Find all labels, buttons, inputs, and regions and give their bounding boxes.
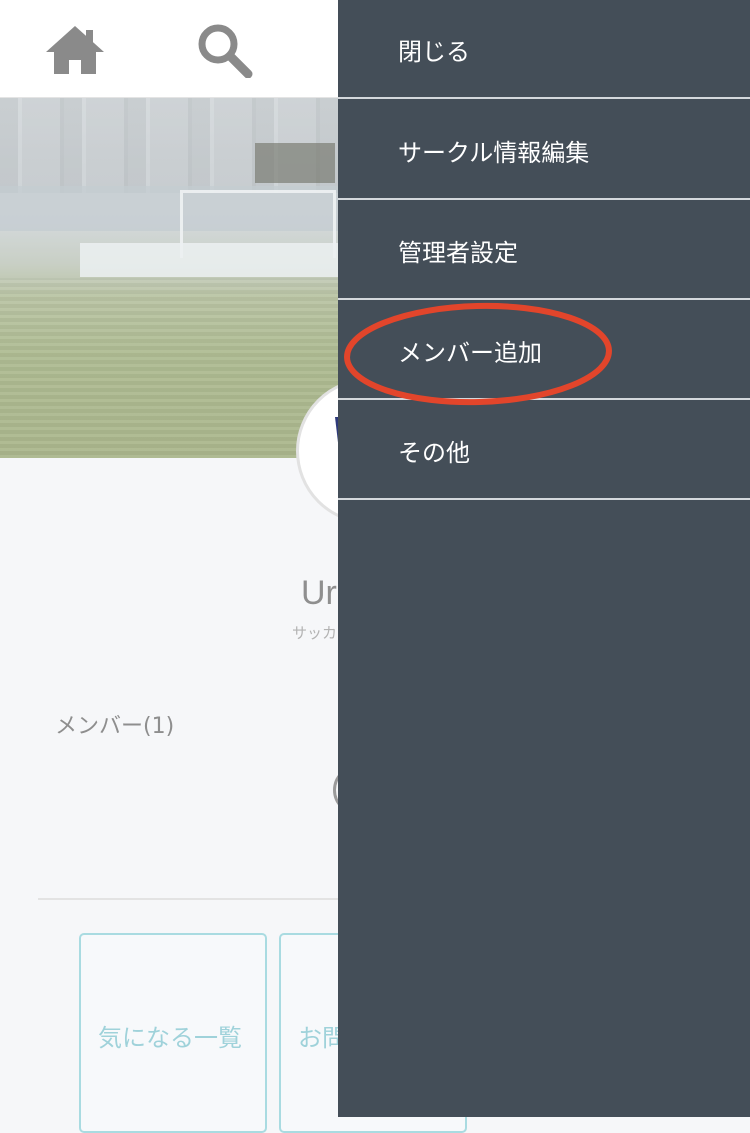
search-icon[interactable] bbox=[190, 22, 256, 78]
menu-item-admin-settings[interactable]: 管理者設定 bbox=[338, 201, 750, 300]
home-icon[interactable] bbox=[42, 22, 108, 78]
menu-item-other[interactable]: その他 bbox=[338, 401, 750, 500]
menu-item-edit-circle-info[interactable]: サークル情報編集 bbox=[338, 101, 750, 200]
menu-item-label: 閉じる bbox=[398, 38, 470, 66]
menu-item-label: サークル情報編集 bbox=[398, 139, 590, 167]
billboard bbox=[255, 143, 335, 183]
menu-item-label: 管理者設定 bbox=[398, 239, 518, 267]
ad-board bbox=[80, 243, 340, 277]
members-label: メンバー(1) bbox=[55, 714, 175, 739]
favorites-list-label: 気になる一覧 bbox=[98, 1024, 242, 1052]
side-menu: 閉じる サークル情報編集 管理者設定 メンバー追加 その他 bbox=[338, 0, 750, 1117]
circle-category: サッカ bbox=[292, 624, 338, 642]
highlight-ring bbox=[344, 302, 612, 406]
favorites-list-button[interactable]: 気になる一覧 bbox=[79, 933, 267, 1133]
menu-item-label: その他 bbox=[398, 439, 470, 467]
circle-name: Ur bbox=[301, 574, 337, 612]
menu-item-close[interactable]: 閉じる bbox=[338, 0, 750, 99]
